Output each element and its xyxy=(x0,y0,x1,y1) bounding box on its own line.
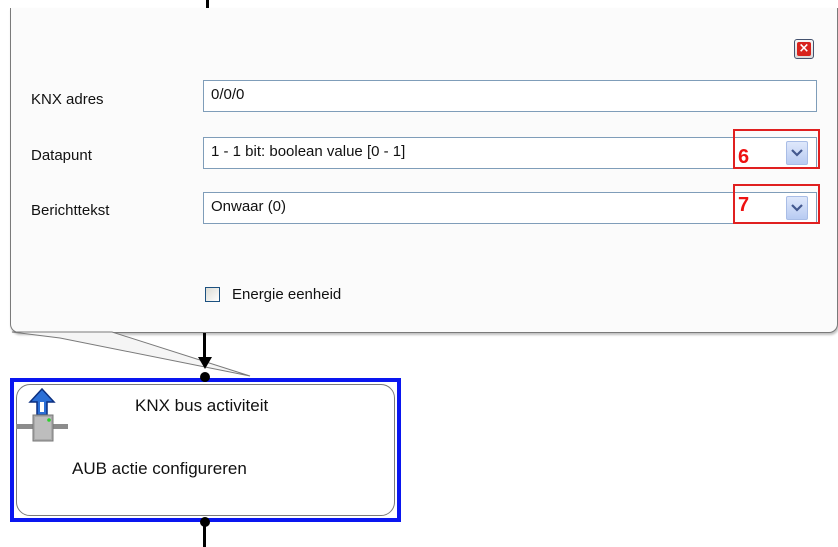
callout-number-6: 6 xyxy=(738,146,750,168)
activity-settings-popup: × xyxy=(10,8,838,333)
knx-bus-icon xyxy=(16,388,68,442)
datapoint-select[interactable]: 1 - 1 bit: boolean value [0 - 1] xyxy=(203,137,817,169)
close-icon: × xyxy=(797,41,811,56)
datapoint-label: Datapunt xyxy=(31,147,92,164)
node-title: KNX bus activiteit xyxy=(135,396,269,415)
message-text-label: Berichttekst xyxy=(31,202,110,219)
energy-unit-checkbox[interactable] xyxy=(205,287,220,302)
knx-address-input[interactable]: 0/0/0 xyxy=(203,80,817,112)
node-subtitle: AUB actie configureren xyxy=(72,459,247,478)
energy-unit-label: Energie eenheid xyxy=(232,286,342,303)
knx-address-label: KNX adres xyxy=(31,91,104,108)
connector-arrow xyxy=(198,357,212,369)
node-input-port[interactable] xyxy=(200,372,210,382)
callout-number-7: 7 xyxy=(738,194,750,216)
message-text-select[interactable]: Onwaar (0) xyxy=(203,192,817,224)
close-button[interactable]: × xyxy=(794,39,814,59)
connector-bottom xyxy=(203,522,206,547)
